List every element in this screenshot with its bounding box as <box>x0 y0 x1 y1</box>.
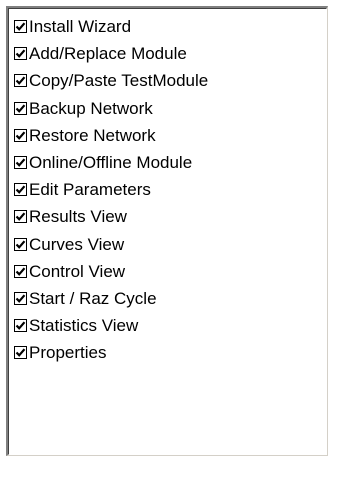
checkmark-icon <box>15 49 26 59</box>
options-checklist[interactable]: Install Wizard Add/Replace Module Copy/P… <box>6 6 328 456</box>
list-item-add-replace-module[interactable]: Add/Replace Module <box>14 40 326 67</box>
checkmark-icon <box>15 267 26 276</box>
list-item-backup-network[interactable]: Backup Network <box>14 95 326 122</box>
checkmark-icon <box>15 212 26 222</box>
checkmark-icon <box>15 158 26 167</box>
list-item-restore-network[interactable]: Restore Network <box>14 122 326 149</box>
checkmark-icon <box>15 104 26 113</box>
label-backup-network: Backup Network <box>29 98 153 118</box>
list-item-control-view[interactable]: Control View <box>14 258 326 285</box>
list-item-start-raz-cycle[interactable]: Start / Raz Cycle <box>14 285 326 312</box>
checkbox-results-view[interactable] <box>14 210 27 224</box>
label-properties: Properties <box>29 343 107 363</box>
checkbox-online-offline-module[interactable] <box>14 156 27 170</box>
checkbox-copy-paste-testmodule[interactable] <box>14 74 27 88</box>
checkbox-properties[interactable] <box>14 346 27 360</box>
label-results-view: Results View <box>29 207 127 227</box>
label-copy-paste-testmodule: Copy/Paste TestModule <box>29 71 209 91</box>
checkmark-icon <box>15 76 26 86</box>
checkmark-icon <box>15 185 26 195</box>
checkmark-icon <box>15 22 26 32</box>
checkbox-curves-view[interactable] <box>14 237 27 251</box>
checkbox-install-wizard[interactable] <box>14 20 27 34</box>
list-item-install-wizard[interactable]: Install Wizard <box>14 13 326 40</box>
checkbox-statistics-view[interactable] <box>14 319 27 333</box>
label-install-wizard: Install Wizard <box>29 17 132 37</box>
checkmark-icon <box>15 131 26 140</box>
label-edit-parameters: Edit Parameters <box>29 180 151 200</box>
checkmark-icon <box>15 321 26 331</box>
list-item-online-offline-module[interactable]: Online/Offline Module <box>14 149 326 176</box>
list-item-statistics-view[interactable]: Statistics View <box>14 312 326 339</box>
list-item-copy-paste-testmodule[interactable]: Copy/Paste TestModule <box>14 67 326 94</box>
checkbox-start-raz-cycle[interactable] <box>14 291 27 305</box>
checkbox-edit-parameters[interactable] <box>14 183 27 197</box>
list-item-edit-parameters[interactable]: Edit Parameters <box>14 176 326 203</box>
list-item-properties[interactable]: Properties <box>14 339 326 366</box>
checkmark-icon <box>15 294 26 303</box>
checkbox-backup-network[interactable] <box>14 101 27 115</box>
checkbox-control-view[interactable] <box>14 264 27 278</box>
label-restore-network: Restore Network <box>29 125 156 145</box>
checkbox-add-replace-module[interactable] <box>14 47 27 61</box>
list-item-curves-view[interactable]: Curves View <box>14 231 326 258</box>
checkbox-restore-network[interactable] <box>14 128 27 142</box>
list-item-results-view[interactable]: Results View <box>14 203 326 230</box>
label-curves-view: Curves View <box>29 234 125 254</box>
label-online-offline-module: Online/Offline Module <box>29 153 193 173</box>
checkmark-icon <box>15 240 26 249</box>
label-start-raz-cycle: Start / Raz Cycle <box>29 288 157 308</box>
checklist-items: Install Wizard Add/Replace Module Copy/P… <box>8 8 327 455</box>
label-control-view: Control View <box>29 261 126 281</box>
label-statistics-view: Statistics View <box>29 316 139 336</box>
checkmark-icon <box>15 348 26 358</box>
label-add-replace-module: Add/Replace Module <box>29 44 187 64</box>
